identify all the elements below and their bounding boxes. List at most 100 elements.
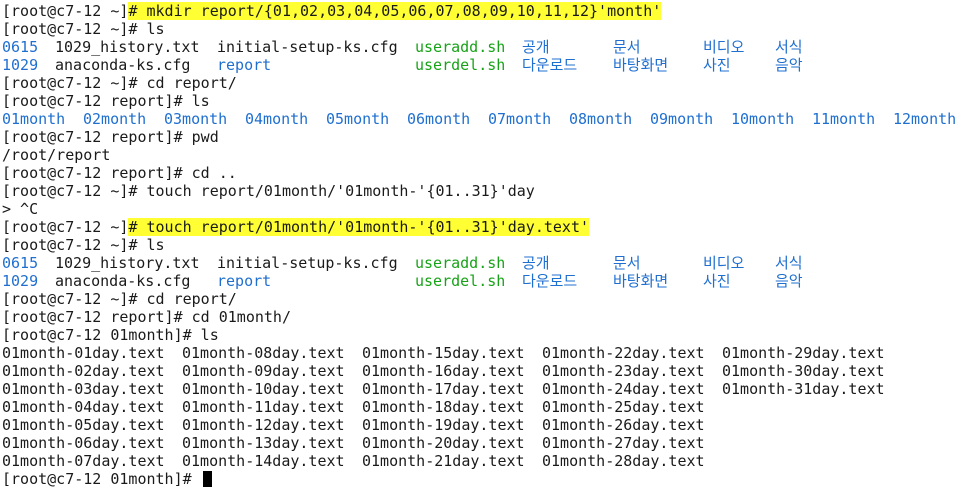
file-entry: 01month-20day.text [362,434,525,452]
month-directory: 05month [326,110,390,128]
command-text: # touch report/01month/'01month-'{01..31… [128,218,590,236]
terminal-line: [root@c7-12 01month]# ls [2,326,962,344]
ls-entry: 서식 [775,38,803,56]
file-entry: 01month-08day.text [182,344,345,362]
terminal-line: 01month-01day.text 01month-08day.text 01mo… [2,344,962,362]
command-text: # pwd [173,128,219,146]
file-entry: 01month-16day.text [362,362,525,380]
file-entry: 01month-21day.text [362,452,525,470]
file-entry: 01month-05day.text [2,416,165,434]
ls-entry: initial-setup-ks.cfg [217,254,398,272]
shell-prompt: [root@c7-12 ~] [2,20,129,38]
terminal-line: 01month 02month 03month 04month 05month 06mon… [2,110,962,128]
shell-prompt: [root@c7-12 report] [2,308,174,326]
command-text: # cd 01month/ [173,308,291,326]
shell-prompt: [root@c7-12 report] [2,128,174,146]
terminal-line: 01month-03day.text 01month-10day.text 01mo… [2,380,962,398]
terminal-line: [root@c7-12 ~]# ls [2,20,962,38]
file-entry: 01month-15day.text [362,344,525,362]
command-text: # ls [128,236,165,254]
ls-entry: 1029_history.txt [55,38,200,56]
month-directory: 12month [893,110,957,128]
ls-entry: userdel.sh [415,272,506,290]
output-text: /root/report [2,146,111,164]
file-entry: 01month-11day.text [182,398,345,416]
month-directory: 08month [569,110,633,128]
file-entry: 01month-27day.text [542,434,705,452]
file-entry: 01month-18day.text [362,398,525,416]
file-entry: 01month-17day.text [362,380,525,398]
command-text: # mkdir report/{01,02,03,04,05,06,07,08,… [128,2,662,20]
file-entry: 01month-14day.text [182,452,345,470]
terminal-line: [root@c7-12 report]# pwd [2,128,962,146]
file-entry: 01month-02day.text [2,362,165,380]
file-entry: 01month-28day.text [542,452,705,470]
file-entry: 01month-29day.text [722,344,885,362]
terminal-line: 01month-05day.text 01month-12day.text 01mo… [2,416,962,434]
month-directory: 04month [245,110,309,128]
ls-entry: anaconda-ks.cfg [55,272,191,290]
command-text: # cd report/ [128,74,237,92]
terminal-line: [root@c7-12 report]# cd 01month/ [2,308,962,326]
ls-entry: 서식 [775,254,803,272]
file-entry: 01month-26day.text [542,416,705,434]
shell-prompt: [root@c7-12 ~] [2,218,129,236]
ls-entry: 음악 [775,56,803,74]
shell-prompt: [root@c7-12 report] [2,92,174,110]
file-entry: 01month-25day.text [542,398,705,416]
terminal-line: > ^C [2,200,962,218]
ls-entry: 0615 [2,254,39,272]
command-text: # cd report/ [128,290,237,308]
ls-entry: 비디오 [703,254,745,272]
month-directory: 10month [731,110,795,128]
ls-entry: useradd.sh [415,38,506,56]
terminal-line: [root@c7-12 report]# ls [2,92,962,110]
terminal-line: [root@c7-12 01month]# [2,470,962,488]
file-entry: 01month-07day.text [2,452,165,470]
ls-entry: report [217,56,272,74]
ls-entry: 문서 [613,38,641,56]
terminal-line: 01month-07day.text 01month-14day.text 01mo… [2,452,962,470]
month-directory: 01month [2,110,66,128]
month-directory: 02month [83,110,147,128]
ls-entry: 사진 [703,272,731,290]
ls-entry: useradd.sh [415,254,506,272]
file-entry: 01month-09day.text [182,362,345,380]
ls-entry: initial-setup-ks.cfg [217,38,398,56]
terminal-line: [root@c7-12 ~]# touch report/01month/'01… [2,182,962,200]
shell-prompt: [root@c7-12 ~] [2,290,129,308]
month-directory: 11month [812,110,876,128]
terminal-line: [root@c7-12 ~]# cd report/ [2,290,962,308]
file-entry: 01month-19day.text [362,416,525,434]
month-directory: 09month [650,110,714,128]
file-entry: 01month-06day.text [2,434,165,452]
ls-entry: 1029 [2,272,39,290]
shell-prompt: [root@c7-12 report] [2,164,174,182]
terminal-line: 01month-02day.text 01month-09day.text 01mo… [2,362,962,380]
terminal-window[interactable]: [root@c7-12 ~]# mkdir report/{01,02,03,0… [0,0,964,496]
shell-prompt: [root@c7-12 01month] [2,326,183,344]
terminal-line: /root/report [2,146,962,164]
terminal-line: 01month-04day.text 01month-11day.text 01mo… [2,398,962,416]
ls-entry: anaconda-ks.cfg [55,56,191,74]
command-text: # touch report/01month/'01month-'{01..31… [128,182,535,200]
ls-entry: 사진 [703,56,731,74]
ls-entry: 0615 [2,38,39,56]
file-entry: 01month-10day.text [182,380,345,398]
month-directory: 07month [488,110,552,128]
command-text: # [182,470,201,488]
shell-prompt: [root@c7-12 ~] [2,236,129,254]
command-text: # ls [182,326,219,344]
output-text: > ^C [2,200,39,218]
terminal-line: 0615 1029_history.txt initial-setup-ks.cfg… [2,254,962,272]
command-text: # ls [128,20,165,38]
file-entry: 01month-12day.text [182,416,345,434]
file-entry: 01month-22day.text [542,344,705,362]
file-entry: 01month-04day.text [2,398,165,416]
shell-prompt: [root@c7-12 01month] [2,470,183,488]
ls-entry: 다운로드 [522,56,578,74]
ls-entry: 문서 [613,254,641,272]
shell-prompt: [root@c7-12 ~] [2,182,129,200]
terminal-line: [root@c7-12 ~]# touch report/01month/'01… [2,218,962,236]
file-entry: 01month-30day.text [722,362,885,380]
